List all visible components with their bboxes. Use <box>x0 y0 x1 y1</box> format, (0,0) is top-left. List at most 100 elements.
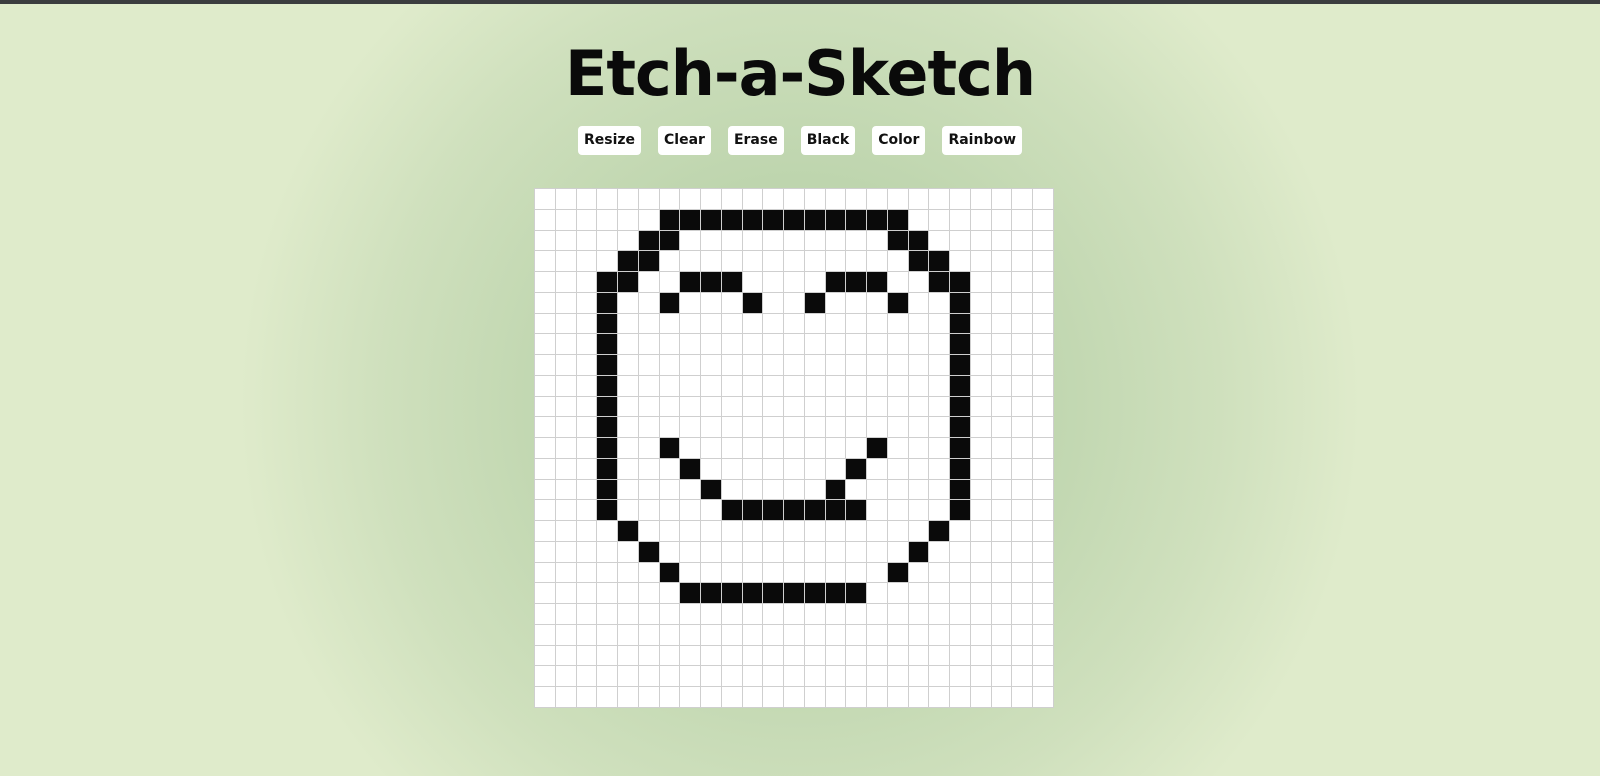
grid-cell[interactable] <box>991 417 1013 439</box>
grid-cell[interactable] <box>659 687 681 708</box>
grid-cell[interactable] <box>970 500 992 522</box>
grid-cell[interactable] <box>825 458 847 480</box>
grid-cell[interactable] <box>1012 189 1034 210</box>
grid-cell[interactable] <box>535 292 556 314</box>
grid-cell[interactable] <box>680 479 702 501</box>
grid-cell[interactable] <box>742 230 764 252</box>
grid-cell[interactable] <box>721 334 743 356</box>
grid-cell[interactable] <box>680 521 702 542</box>
grid-cell[interactable] <box>638 209 660 231</box>
grid-cell[interactable] <box>763 251 785 273</box>
grid-cell[interactable] <box>887 355 909 376</box>
grid-cell[interactable] <box>1033 624 1054 646</box>
grid-cell[interactable] <box>804 500 826 522</box>
grid-cell[interactable] <box>929 666 951 688</box>
grid-cell[interactable] <box>908 355 930 376</box>
grid-cell[interactable] <box>576 666 598 688</box>
grid-cell[interactable] <box>867 687 888 708</box>
grid-cell[interactable] <box>721 396 743 418</box>
grid-cell[interactable] <box>867 458 888 480</box>
grid-cell[interactable] <box>991 645 1013 667</box>
grid-cell[interactable] <box>887 521 909 542</box>
grid-cell[interactable] <box>535 396 556 418</box>
grid-cell[interactable] <box>867 251 888 273</box>
grid-cell[interactable] <box>784 334 805 356</box>
grid-cell[interactable] <box>950 645 971 667</box>
grid-cell[interactable] <box>846 645 868 667</box>
grid-cell[interactable] <box>721 645 743 667</box>
grid-cell[interactable] <box>618 604 639 625</box>
grid-cell[interactable] <box>1012 438 1034 459</box>
grid-cell[interactable] <box>1033 645 1054 667</box>
grid-cell[interactable] <box>929 687 951 708</box>
grid-cell[interactable] <box>597 458 619 480</box>
grid-cell[interactable] <box>535 687 556 708</box>
grid-cell[interactable] <box>597 583 619 605</box>
grid-cell[interactable] <box>763 417 785 439</box>
grid-cell[interactable] <box>1033 189 1054 210</box>
grid-cell[interactable] <box>701 438 722 459</box>
grid-cell[interactable] <box>804 479 826 501</box>
grid-cell[interactable] <box>970 541 992 563</box>
grid-cell[interactable] <box>1033 541 1054 563</box>
grid-cell[interactable] <box>887 666 909 688</box>
grid-cell[interactable] <box>721 417 743 439</box>
grid-cell[interactable] <box>1033 230 1054 252</box>
grid-cell[interactable] <box>680 209 702 231</box>
grid-cell[interactable] <box>867 521 888 542</box>
grid-cell[interactable] <box>950 521 971 542</box>
grid-cell[interactable] <box>535 272 556 293</box>
grid-cell[interactable] <box>763 666 785 688</box>
grid-cell[interactable] <box>970 562 992 584</box>
grid-cell[interactable] <box>929 355 951 376</box>
grid-cell[interactable] <box>638 541 660 563</box>
grid-cell[interactable] <box>555 583 577 605</box>
grid-cell[interactable] <box>991 209 1013 231</box>
grid-cell[interactable] <box>721 272 743 293</box>
grid-cell[interactable] <box>784 417 805 439</box>
grid-cell[interactable] <box>721 624 743 646</box>
grid-cell[interactable] <box>784 458 805 480</box>
grid-cell[interactable] <box>887 209 909 231</box>
grid-cell[interactable] <box>701 541 722 563</box>
grid-cell[interactable] <box>929 479 951 501</box>
grid-cell[interactable] <box>825 209 847 231</box>
grid-cell[interactable] <box>597 666 619 688</box>
grid-cell[interactable] <box>991 583 1013 605</box>
grid-cell[interactable] <box>950 500 971 522</box>
grid-cell[interactable] <box>867 562 888 584</box>
grid-cell[interactable] <box>825 396 847 418</box>
grid-cell[interactable] <box>825 417 847 439</box>
grid-cell[interactable] <box>950 687 971 708</box>
grid-cell[interactable] <box>659 189 681 210</box>
grid-cell[interactable] <box>638 479 660 501</box>
grid-cell[interactable] <box>867 396 888 418</box>
grid-cell[interactable] <box>618 624 639 646</box>
grid-cell[interactable] <box>784 355 805 376</box>
grid-cell[interactable] <box>721 209 743 231</box>
grid-cell[interactable] <box>804 541 826 563</box>
grid-cell[interactable] <box>659 666 681 688</box>
grid-cell[interactable] <box>846 313 868 335</box>
grid-cell[interactable] <box>659 438 681 459</box>
grid-cell[interactable] <box>970 458 992 480</box>
grid-cell[interactable] <box>950 479 971 501</box>
grid-cell[interactable] <box>597 562 619 584</box>
grid-cell[interactable] <box>1012 209 1034 231</box>
grid-cell[interactable] <box>846 438 868 459</box>
grid-cell[interactable] <box>638 438 660 459</box>
grid-cell[interactable] <box>867 313 888 335</box>
grid-cell[interactable] <box>929 645 951 667</box>
grid-cell[interactable] <box>929 417 951 439</box>
grid-cell[interactable] <box>846 251 868 273</box>
grid-cell[interactable] <box>784 541 805 563</box>
grid-cell[interactable] <box>804 521 826 542</box>
grid-cell[interactable] <box>784 521 805 542</box>
grid-cell[interactable] <box>970 375 992 397</box>
grid-cell[interactable] <box>929 375 951 397</box>
grid-cell[interactable] <box>784 666 805 688</box>
grid-cell[interactable] <box>970 355 992 376</box>
grid-cell[interactable] <box>721 500 743 522</box>
grid-cell[interactable] <box>825 355 847 376</box>
grid-cell[interactable] <box>742 334 764 356</box>
